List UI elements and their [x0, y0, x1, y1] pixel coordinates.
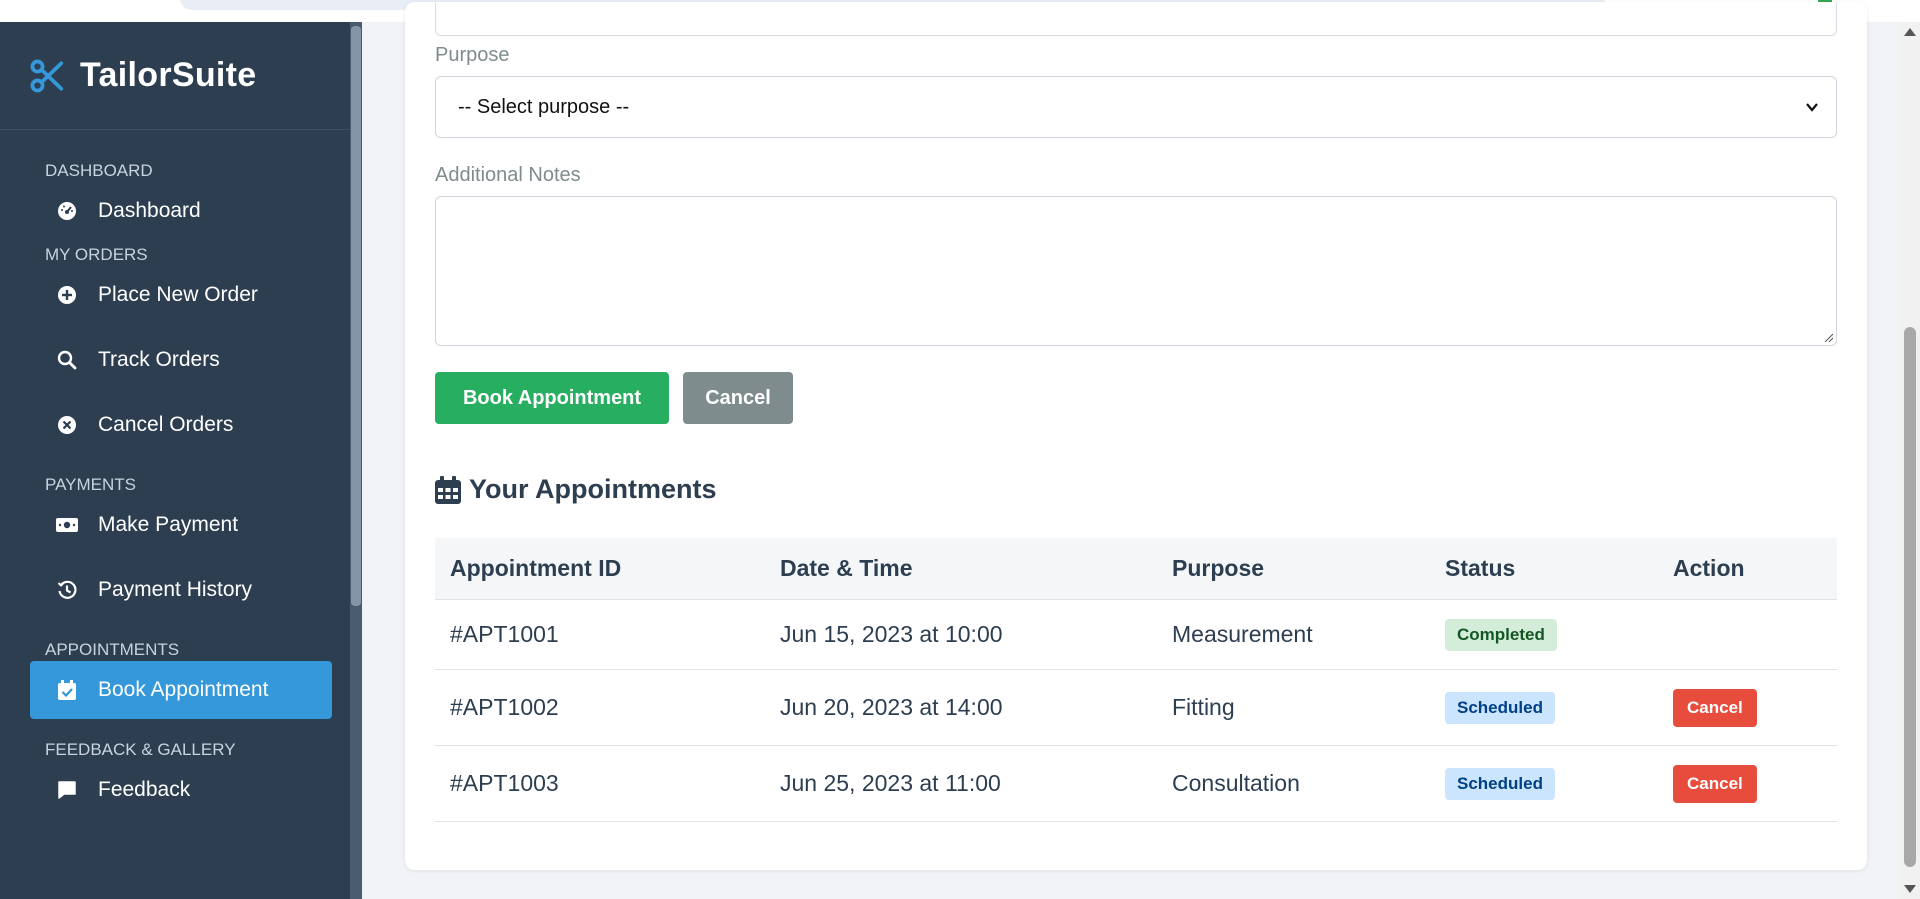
status-badge: Completed	[1445, 618, 1557, 651]
appointment-purpose: Fitting	[1172, 694, 1235, 720]
sidebar-item-label: Cancel Orders	[98, 413, 234, 436]
col-header-date-time[interactable]: Date & Time	[765, 555, 1157, 582]
x-circle-icon	[56, 414, 78, 436]
notes-label: Additional Notes	[435, 164, 581, 186]
page-scrollbar[interactable]	[1900, 22, 1920, 899]
sidebar-item-label: Dashboard	[98, 199, 201, 222]
appointment-datetime: Jun 20, 2023 at 14:00	[780, 694, 1003, 720]
sidebar-item-feedback[interactable]: Feedback	[30, 761, 332, 819]
cancel-appointment-button[interactable]: Cancel	[1673, 764, 1757, 803]
section-label-feedback-gallery: FEEDBACK & GALLERY	[45, 740, 236, 759]
sidebar-item-label: Make Payment	[98, 513, 239, 536]
appointment-purpose: Measurement	[1172, 621, 1313, 647]
search-icon	[56, 349, 78, 371]
sidebar-scrollbar-thumb[interactable]	[351, 26, 361, 606]
main-content: Purpose -- Select purpose -- Additional …	[362, 2, 1900, 899]
col-header-action[interactable]: Action	[1658, 555, 1837, 582]
brand-name: TailorSuite	[80, 56, 257, 94]
table-row: #APT1001 Jun 15, 2023 at 10:00 Measureme…	[435, 600, 1837, 670]
cancel-appointment-button[interactable]: Cancel	[1673, 688, 1757, 727]
table-row: #APT1003 Jun 25, 2023 at 11:00 Consultat…	[435, 746, 1837, 822]
col-header-status[interactable]: Status	[1430, 555, 1658, 582]
sidebar-item-label: Book Appointment	[98, 678, 269, 701]
sidebar-item-label: Feedback	[98, 778, 191, 801]
section-label-dashboard: DASHBOARD	[45, 161, 153, 180]
money-bill-icon	[56, 514, 78, 536]
plus-circle-icon	[56, 284, 78, 306]
sidebar-item-dashboard[interactable]: Dashboard	[30, 182, 332, 240]
appointment-card: Purpose -- Select purpose -- Additional …	[405, 2, 1867, 870]
appointment-id: #APT1002	[450, 694, 559, 720]
brand[interactable]: TailorSuite	[0, 22, 362, 130]
purpose-select-value: -- Select purpose --	[458, 95, 630, 118]
section-label-payments: PAYMENTS	[45, 475, 136, 494]
appointments-table: Appointment ID Date & Time Purpose Statu…	[435, 538, 1837, 822]
sidebar: TailorSuite DASHBOARD Dashboard MY ORDER…	[0, 22, 362, 899]
sidebar-item-track-orders[interactable]: Track Orders	[30, 331, 332, 389]
purpose-select[interactable]: -- Select purpose --	[435, 76, 1837, 138]
scroll-down-arrow-icon[interactable]	[1904, 885, 1916, 893]
appointments-title: Your Appointments	[469, 474, 717, 504]
previous-input-field[interactable]	[435, 2, 1837, 36]
sidebar-item-payment-history[interactable]: Payment History	[30, 561, 332, 619]
sidebar-item-make-payment[interactable]: Make Payment	[30, 496, 332, 554]
sidebar-item-place-new-order[interactable]: Place New Order	[30, 266, 332, 324]
table-header: Appointment ID Date & Time Purpose Statu…	[435, 538, 1837, 600]
calendar-icon	[435, 475, 461, 504]
appointment-datetime: Jun 15, 2023 at 10:00	[780, 621, 1003, 647]
appointment-datetime: Jun 25, 2023 at 11:00	[780, 770, 1001, 796]
col-header-purpose[interactable]: Purpose	[1157, 555, 1430, 582]
chevron-down-icon	[1806, 103, 1818, 112]
calendar-check-icon	[56, 679, 78, 701]
table-row: #APT1002 Jun 20, 2023 at 14:00 Fitting S…	[435, 670, 1837, 746]
status-badge: Scheduled	[1445, 691, 1555, 724]
sidebar-item-label: Track Orders	[98, 348, 220, 371]
history-icon	[56, 579, 78, 601]
purpose-label: Purpose	[435, 44, 510, 66]
sidebar-scrollbar[interactable]	[350, 22, 362, 899]
cancel-button[interactable]: Cancel	[683, 372, 793, 424]
sidebar-item-book-appointment[interactable]: Book Appointment	[30, 661, 332, 719]
appointment-id: #APT1001	[450, 621, 559, 647]
col-header-appointment-id[interactable]: Appointment ID	[435, 555, 765, 582]
appointment-purpose: Consultation	[1172, 770, 1300, 796]
sidebar-item-cancel-orders[interactable]: Cancel Orders	[30, 396, 332, 454]
page-scrollbar-thumb[interactable]	[1904, 327, 1916, 867]
appointments-heading: Your Appointments	[435, 474, 716, 505]
sidebar-item-label: Payment History	[98, 578, 253, 601]
resize-grip-icon[interactable]	[1823, 332, 1833, 342]
gauge-icon	[56, 200, 78, 222]
sidebar-item-label: Place New Order	[98, 283, 258, 306]
appointment-id: #APT1003	[450, 770, 559, 796]
notes-textarea[interactable]	[435, 196, 1837, 346]
scroll-up-arrow-icon[interactable]	[1904, 28, 1916, 36]
section-label-appointments: APPOINTMENTS	[45, 640, 180, 659]
scissors-icon	[30, 59, 64, 92]
book-appointment-button[interactable]: Book Appointment	[435, 372, 669, 424]
comment-icon	[56, 779, 78, 801]
section-label-my-orders: MY ORDERS	[45, 245, 148, 264]
status-badge: Scheduled	[1445, 767, 1555, 800]
